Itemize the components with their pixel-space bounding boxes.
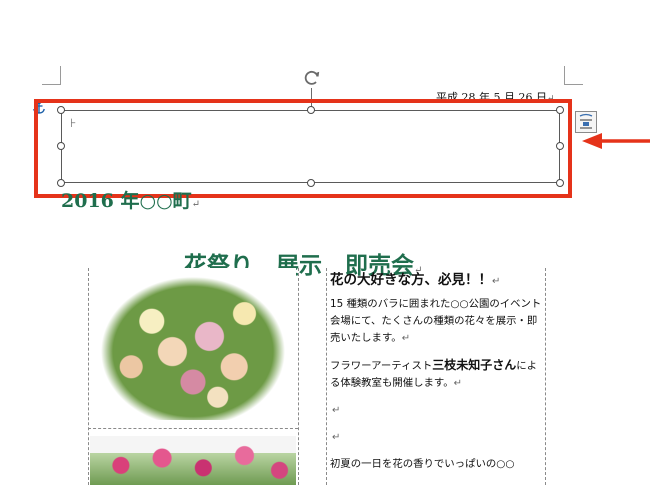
rose-garden-photo[interactable]: [90, 436, 296, 485]
paragraph-mark: ↵: [453, 378, 463, 389]
event-description: 花の大好きな方、必見！！↵ 15 種類のバラに囲まれた○○公園のイベント会場にて…: [330, 268, 542, 473]
event-paragraph-1: 15 種類のバラに囲まれた○○公園のイベント会場にて、たくさんの種類の花々を展示…: [330, 296, 542, 347]
event-heading: 花の大好きな方、必見！！↵: [330, 268, 542, 288]
event-paragraph-1-text: 15 種類のバラに囲まれた○○公園のイベント会場にて、たくさんの種類の花々を展示…: [330, 298, 542, 344]
table-border-divider: [298, 268, 299, 485]
event-paragraph-2-prefix: フラワーアーティスト: [330, 360, 433, 372]
page-corner-mark-top-left: [42, 66, 61, 85]
paragraph-mark: ↵: [492, 276, 501, 287]
table-border-left: [88, 268, 89, 485]
event-paragraph-2: フラワーアーティスト三枝未知子さんによる体験教室も開催します。↵: [330, 357, 542, 392]
paragraph-mark: ↵: [401, 333, 411, 344]
layout-options-icon[interactable]: [575, 111, 597, 133]
paragraph-mark: ↵: [191, 199, 201, 210]
table-border-text-left: [326, 268, 327, 485]
arrow-left-icon: [582, 131, 652, 151]
page-corner-mark-top-right: [564, 66, 583, 85]
highlight-frame: [34, 99, 572, 198]
event-heading-text: 花の大好きな方、必見！！: [330, 272, 492, 288]
event-paragraph-3-text: 初夏の一日を花の香りでいっぱいの○○: [330, 458, 515, 470]
empty-paragraph: ↵: [330, 429, 542, 456]
event-paragraph-3: 初夏の一日を花の香りでいっぱいの○○: [330, 456, 542, 473]
rose-bouquet-photo[interactable]: [90, 268, 296, 420]
rotate-handle-icon[interactable]: [302, 68, 322, 88]
paragraph-mark: ↵: [332, 432, 341, 443]
table-row-border: [88, 428, 298, 429]
paragraph-mark: ↵: [332, 405, 341, 416]
empty-paragraph: ↵: [330, 402, 542, 429]
artist-name: 三枝未知子さん: [432, 358, 517, 372]
title-year-text: 2016 年○○町: [61, 190, 192, 212]
table-border-right: [545, 268, 546, 485]
title-year: 2016 年○○町↵: [61, 186, 200, 213]
